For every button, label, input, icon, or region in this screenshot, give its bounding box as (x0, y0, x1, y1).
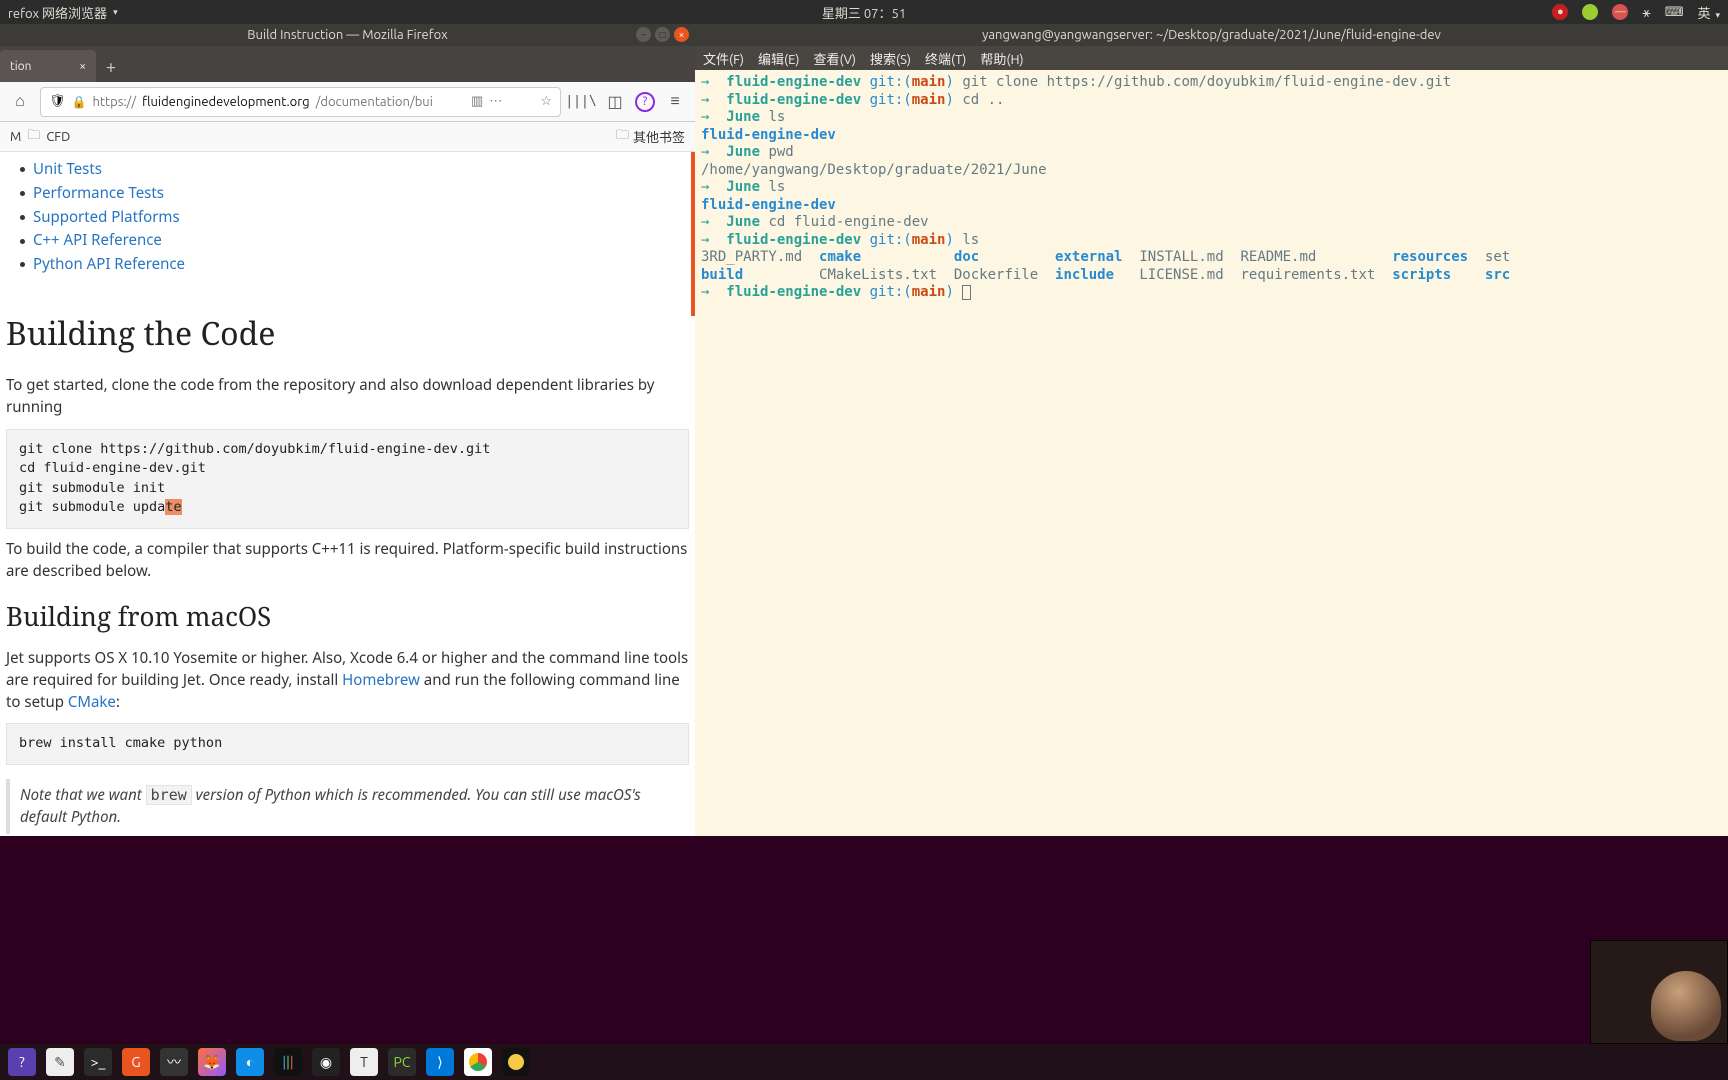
menu-view[interactable]: 查看(V) (814, 49, 856, 68)
browser-tab[interactable]: tion × (0, 50, 96, 82)
dock-pycharm-icon[interactable]: PC (388, 1048, 416, 1076)
dock-chrome-icon[interactable] (464, 1048, 492, 1076)
toc-link[interactable]: Python API Reference (33, 254, 185, 276)
menu-help[interactable]: 帮助(H) (980, 49, 1023, 68)
input-lang[interactable]: 英 ▾ (1697, 3, 1720, 22)
tab-label: tion (10, 60, 32, 73)
firefox-window: Build Instruction — Mozilla Firefox – □ … (0, 24, 695, 836)
menu-search[interactable]: 搜索(S) (870, 49, 911, 68)
menu-edit[interactable]: 编辑(E) (758, 49, 799, 68)
url-domain: fluidenginedevelopment.org (142, 95, 310, 109)
link-cmake[interactable]: CMake (68, 692, 116, 712)
bluetooth-icon[interactable]: ⚹ (1642, 4, 1650, 21)
note-block: Note that we want brew version of Python… (6, 779, 689, 835)
clock[interactable]: 星期三 07：51 (822, 3, 906, 22)
dock-help-icon[interactable]: ? (8, 1048, 36, 1076)
toc-link[interactable]: C++ API Reference (33, 230, 162, 252)
dock-obs-icon[interactable]: ◉ (312, 1048, 340, 1076)
app-menu-icon[interactable]: ≡ (661, 88, 689, 116)
link-homebrew[interactable]: Homebrew (342, 670, 420, 690)
dock-vscode-icon[interactable]: ⟩ (426, 1048, 454, 1076)
maximize-button[interactable]: □ (655, 27, 670, 42)
paragraph: Jet supports OS X 10.10 Yosemite or high… (6, 648, 689, 713)
tab-close-icon[interactable]: × (79, 60, 86, 73)
library-icon[interactable]: |||\ (567, 88, 595, 116)
paragraph: To build the code, a compiler that suppo… (6, 539, 689, 583)
section-heading: Building the Code (6, 311, 689, 357)
firefox-titlebar: Build Instruction — Mozilla Firefox – □ … (0, 24, 695, 46)
tray-status-icon[interactable] (1582, 4, 1598, 20)
close-button[interactable]: × (674, 27, 689, 42)
keyboard-icon[interactable]: ⌨ (1665, 5, 1684, 20)
url-path: /documentation/bui (316, 95, 433, 109)
terminal-window-title: yangwang@yangwangserver: ~/Desktop/gradu… (982, 28, 1441, 42)
nav-toolbar: ⌂ 🛡 🔒 https:// fluidenginedevelopment.org… (0, 82, 695, 122)
folder-icon: 🗀 (616, 126, 629, 148)
other-bookmarks[interactable]: 其他书签 (633, 127, 685, 146)
bookmark-star-icon[interactable]: ☆ (540, 94, 552, 109)
webcam-overlay (1590, 940, 1728, 1044)
code-block[interactable]: git clone https://github.com/doyubkim/fl… (6, 429, 689, 529)
dock-paraview-icon[interactable]: ||| (274, 1048, 302, 1076)
dock-terminal-icon[interactable]: >_ (84, 1048, 112, 1076)
new-tab-button[interactable]: + (96, 52, 126, 82)
bookmark-item[interactable]: M (10, 130, 21, 144)
toc-link[interactable]: Performance Tests (33, 183, 164, 205)
home-button[interactable]: ⌂ (6, 88, 34, 116)
toc-link[interactable]: Supported Platforms (33, 207, 180, 229)
help-icon[interactable]: ? (635, 92, 655, 112)
dock-app-icon[interactable] (502, 1048, 530, 1076)
terminal-titlebar: yangwang@yangwangserver: ~/Desktop/gradu… (695, 24, 1728, 46)
code-block[interactable]: brew install cmake python (6, 723, 689, 765)
page-actions-icon[interactable]: ⋯ (489, 94, 502, 109)
firefox-window-title: Build Instruction — Mozilla Firefox (247, 28, 447, 42)
dock-editor-icon[interactable]: ✎ (46, 1048, 74, 1076)
tray-dnd-icon[interactable]: — (1612, 4, 1628, 20)
terminal-body[interactable]: → fluid-engine-dev git:(main) git clone … (695, 70, 1728, 836)
app-menu-label: refox 网络浏览器 (8, 3, 107, 22)
minimize-button[interactable]: – (636, 27, 651, 42)
shield-icon[interactable]: 🛡 (49, 94, 66, 109)
text-selection: te (165, 499, 181, 515)
reader-mode-icon[interactable]: ▥ (471, 94, 483, 109)
dock-app-icon[interactable]: G (122, 1048, 150, 1076)
menu-file[interactable]: 文件(F) (703, 49, 744, 68)
terminal-cursor (962, 285, 971, 300)
menu-terminal[interactable]: 终端(T) (925, 49, 966, 68)
app-menu[interactable]: refox 网络浏览器 ▾ (8, 3, 118, 22)
bookmarks-toolbar: M 🗀 CFD 🗀 其他书签 (0, 122, 695, 152)
inline-code: brew (146, 785, 192, 805)
tab-strip: tion × + (0, 46, 695, 82)
toc-list: Unit Tests Performance Tests Supported P… (20, 158, 689, 277)
sidebar-icon[interactable]: ◫ (601, 88, 629, 116)
bookmark-folder[interactable]: CFD (46, 130, 70, 144)
chevron-down-icon: ▾ (113, 7, 118, 18)
tray-recorder-icon[interactable]: ● (1552, 4, 1568, 20)
folder-icon: 🗀 (27, 126, 40, 148)
page-content[interactable]: Unit Tests Performance Tests Supported P… (0, 152, 695, 836)
dock-firefox-icon[interactable]: 🦊 (198, 1048, 226, 1076)
paragraph: To get started, clone the code from the … (6, 375, 689, 419)
system-menubar: refox 网络浏览器 ▾ 星期三 07：51 ● — ⚹ ⌨ 英 ▾ (0, 0, 1728, 24)
toc-link[interactable]: Unit Tests (33, 159, 102, 181)
terminal-menubar: 文件(F) 编辑(E) 查看(V) 搜索(S) 终端(T) 帮助(H) (695, 46, 1728, 70)
url-scheme: https:// (92, 95, 136, 109)
dock-monitor-icon[interactable]: 〰 (160, 1048, 188, 1076)
dock: ? ✎ >_ G 〰 🦊 ◐ ||| ◉ T PC ⟩ (0, 1044, 1728, 1080)
dock-text-icon[interactable]: T (350, 1048, 378, 1076)
terminal-window: yangwang@yangwangserver: ~/Desktop/gradu… (695, 24, 1728, 836)
webcam-feed (1651, 971, 1721, 1041)
lock-icon[interactable]: 🔒 (72, 95, 87, 109)
url-bar[interactable]: 🛡 🔒 https:// fluidenginedevelopment.org/d… (40, 87, 561, 117)
dock-todesk-icon[interactable]: ◐ (236, 1048, 264, 1076)
section-heading: Building from macOS (6, 598, 689, 636)
